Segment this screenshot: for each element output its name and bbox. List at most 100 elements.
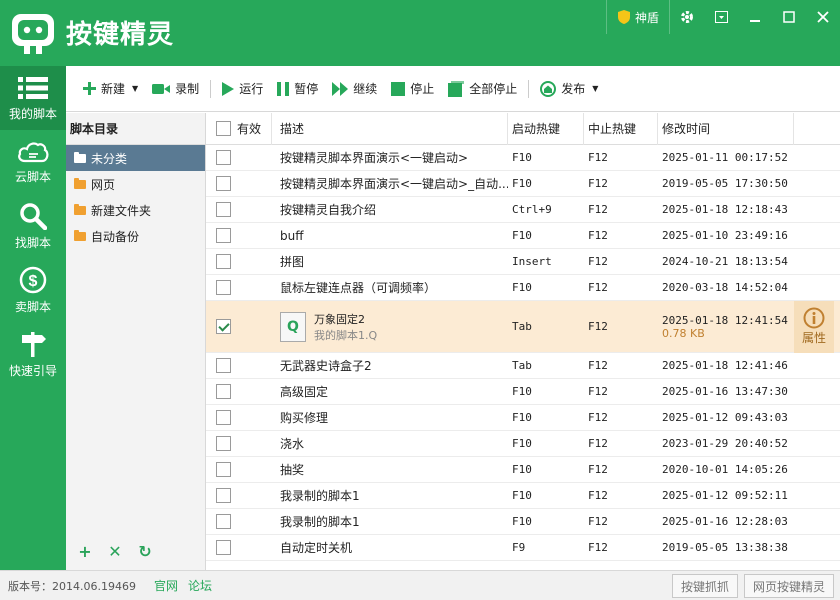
row-checkbox-cell [206,410,272,425]
resume-button[interactable]: 继续 [325,74,384,104]
row-checkbox-cell [206,280,272,295]
stop-icon [391,81,406,96]
record-button[interactable]: 录制 [145,74,206,104]
row-checkbox[interactable] [216,254,231,269]
properties-button[interactable]: 属性 [794,300,834,353]
nav-label: 我的脚本 [8,106,57,121]
web-key-wizard-button[interactable]: 网页按键精灵 [743,574,834,598]
toolbar-divider [528,79,530,98]
header-modified-time[interactable]: 修改时间 [658,113,794,145]
table-row[interactable]: 按键精灵脚本界面演示<一键启动> F10 F12 2025-01-11 00:17:5… [206,145,840,171]
script-directory-panel: 脚本目录 未分类 网页 新建文件夹 自动备份 + ✕ ↻ [66,113,206,570]
row-checkbox[interactable] [216,384,231,399]
table-row[interactable]: 自动定时关机 F9 F12 2019-05-05 13:38:38 [206,535,840,561]
table-row[interactable]: 高级固定 F10 F12 2025-01-16 13:47:30 [206,379,840,405]
minimize-button[interactable] [738,0,772,34]
header-start-hotkey[interactable]: 启动热键 [508,113,584,145]
header-stop-hotkey[interactable]: 中止热键 [584,113,658,145]
shield-label: 神盾 [634,10,659,25]
settings-button[interactable] [670,0,704,34]
nav-sell-scripts[interactable]: $ 卖脚本 [0,258,66,322]
row-modified-time: 2025-01-12 09:43:03 [662,411,788,424]
table-row[interactable]: 我录制的脚本1 F10 F12 2025-01-12 09:52:11 [206,483,840,509]
row-start-hotkey: Ctrl+9 [512,203,552,216]
row-checkbox[interactable] [216,462,231,477]
dir-item-new-folder[interactable]: 新建文件夹 [66,197,205,223]
row-checkbox[interactable] [216,228,231,243]
run-button[interactable]: 运行 [215,74,270,104]
cloud-icon [18,142,49,162]
gear-icon [681,11,693,23]
key-capture-button[interactable]: 按键抓抓 [671,574,738,598]
header-description[interactable]: 描述 [272,113,508,145]
row-checkbox[interactable] [216,280,231,295]
forum-link[interactable]: 论坛 [188,577,212,594]
directory-header: 脚本目录 [66,113,205,145]
chevron-down-icon: ▼ [132,84,139,93]
dir-item-uncategorized[interactable]: 未分类 [66,145,205,171]
dir-item-web[interactable]: 网页 [66,171,205,197]
shield-button[interactable]: 神盾 [605,0,670,34]
row-checkbox[interactable] [216,436,231,451]
table-row[interactable]: 浇水 F10 F12 2023-01-29 20:40:52 [206,431,840,457]
select-all-checkbox[interactable] [216,121,231,136]
table-row-selected[interactable]: Q 万象固定2 我的脚本1.Q Tab F12 2025-01-18 12:41… [206,300,840,353]
header-enabled[interactable]: 有效 [206,113,272,145]
skin-button[interactable] [704,0,738,34]
row-description: buff [280,228,304,243]
row-checkbox[interactable] [216,176,231,191]
stop-all-button[interactable]: 全部停止 [441,74,524,104]
row-stop-hotkey: F12 [588,359,608,372]
row-checkbox[interactable] [216,410,231,425]
table-body-top: 按键精灵脚本界面演示<一键启动> F10 F12 2025-01-11 00:17:5… [206,145,840,301]
table-row[interactable]: 拼图 Insert F12 2024-10-21 18:13:54 [206,249,840,275]
official-site-link[interactable]: 官网 [154,577,178,594]
maximize-icon [783,11,795,23]
new-button[interactable]: 新建 ▼ [76,74,145,104]
row-checkbox[interactable] [216,202,231,217]
row-start-hotkey: F10 [512,281,532,294]
delete-folder-icon[interactable]: ✕ [106,542,124,561]
row-checkbox[interactable] [216,488,231,503]
table-row[interactable]: buff F10 F12 2025-01-10 23:49:16 [206,223,840,249]
close-button[interactable] [806,0,840,34]
publish-button[interactable]: 发布 ▼ [533,74,605,104]
table-row[interactable]: 按键精灵自我介绍 Ctrl+9 F12 2025-01-18 12:18:43 [206,197,840,223]
table-row[interactable]: 我录制的脚本1 F10 F12 2025-01-16 12:28:03 [206,509,840,535]
dir-item-auto-backup[interactable]: 自动备份 [66,223,205,249]
script-file-icon: Q [280,311,306,342]
refresh-icon[interactable]: ↻ [136,542,154,561]
row-checkbox-cell [206,228,272,243]
row-checkbox[interactable] [216,319,231,334]
table-row[interactable]: 鼠标左键连点器（可调频率） F10 F12 2020-03-18 14:52:04 [206,275,840,301]
stop-all-icon [448,80,465,97]
row-description: 自动定时关机 [280,541,353,555]
add-folder-icon[interactable]: + [76,542,94,561]
nav-find-scripts[interactable]: 找脚本 [0,194,66,258]
row-stop-hotkey: F12 [588,437,608,450]
table-row[interactable]: 抽奖 F10 F12 2020-10-01 14:05:26 [206,457,840,483]
robot-logo-icon [12,14,54,54]
row-checkbox[interactable] [216,358,231,373]
table-row[interactable]: 无武器史诗盒子2 Tab F12 2025-01-18 12:41:46 [206,353,840,379]
row-description: 拼图 [280,255,305,269]
row-checkbox[interactable] [216,540,231,555]
nav-label: 云脚本 [14,169,51,184]
nav-cloud-scripts[interactable]: 云脚本 [0,130,66,194]
dollar-icon: $ [19,266,47,293]
row-modified-time: 2025-01-18 12:18:43 [662,203,788,216]
row-start-hotkey: F10 [512,151,532,164]
maximize-button[interactable] [772,0,806,34]
pause-button[interactable]: 暂停 [270,74,325,104]
nav-quick-guide[interactable]: 快速引导 [0,322,66,386]
minimize-icon [750,20,760,22]
table-row[interactable]: 购买修理 F10 F12 2025-01-12 09:43:03 [206,405,840,431]
stop-button[interactable]: 停止 [384,74,441,104]
table-row[interactable]: 按键精灵脚本界面演示<一键启动>_自动... F10 F12 2019-05-05 1… [206,171,840,197]
row-checkbox[interactable] [216,514,231,529]
row-checkbox[interactable] [216,150,231,165]
row-description: 无武器史诗盒子2 [280,359,372,373]
row-time-cell: 2025-01-18 12:41:54 0.78 KB [658,314,794,340]
nav-my-scripts[interactable]: 我的脚本 [0,66,66,130]
row-description: 万象固定2 [314,312,365,326]
